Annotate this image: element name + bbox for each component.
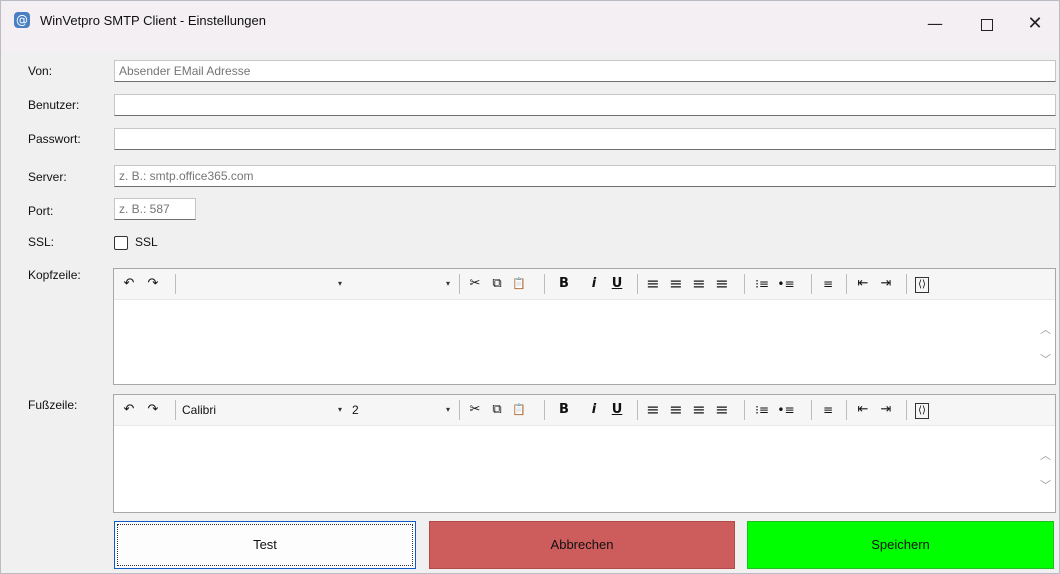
chevron-down-icon: ▾ <box>337 279 342 288</box>
ssl-label: SSL: <box>28 235 55 249</box>
align-left-icon[interactable]: ≡ <box>644 275 662 293</box>
copy-icon[interactable]: ⧉ <box>488 275 506 293</box>
server-label: Server: <box>28 170 67 184</box>
bold-icon[interactable]: B <box>556 401 572 419</box>
bold-icon[interactable]: B <box>556 275 572 293</box>
toolbar-separator <box>906 400 907 420</box>
save-button[interactable]: Speichern <box>747 521 1054 569</box>
source-code-icon[interactable]: ⟨⟩ <box>915 403 929 419</box>
toolbar-separator <box>811 274 812 294</box>
maximize-icon <box>981 18 993 31</box>
von-input[interactable] <box>114 60 1056 82</box>
italic-icon[interactable]: i <box>586 401 602 419</box>
undo-icon[interactable]: ↶ <box>120 275 138 293</box>
align-center-icon[interactable]: ≡ <box>667 401 685 419</box>
redo-icon[interactable]: ↷ <box>144 275 162 293</box>
server-input[interactable] <box>114 165 1056 187</box>
justify-icon[interactable]: ≡ <box>713 401 731 419</box>
app-at-icon: @ <box>14 12 30 28</box>
font-family-select[interactable]: ▾ <box>182 274 342 294</box>
italic-icon[interactable]: i <box>586 275 602 293</box>
close-button[interactable]: ✕ <box>1012 1 1058 47</box>
maximize-button[interactable] <box>964 1 1010 47</box>
kopfzeile-toolbar: ↶ ↷ ▾ ▾ ✂ ⧉ 📋 B i U ≡ ≡ ≡ ≡ ⁝≡ •≡ ≡ ⇤ ⇥ <box>114 269 1055 300</box>
kopfzeile-label: Kopfzeile: <box>28 268 81 282</box>
scroll-up-icon[interactable]: ︿ <box>1040 321 1051 337</box>
toolbar-separator <box>906 274 907 294</box>
ssl-checkbox-label[interactable]: SSL <box>135 235 158 249</box>
toolbar-separator <box>811 400 812 420</box>
bullet-list-icon[interactable]: •≡ <box>776 401 796 419</box>
chevron-down-icon: ▾ <box>445 279 450 288</box>
fusszeile-scrollbar[interactable]: ︿ ﹀ <box>1037 425 1055 509</box>
align-left-icon[interactable]: ≡ <box>644 401 662 419</box>
ssl-checkbox[interactable] <box>114 236 128 250</box>
passwort-label: Passwort: <box>28 132 81 146</box>
toolbar-separator <box>459 400 460 420</box>
align-right-icon[interactable]: ≡ <box>690 275 708 293</box>
align-right-icon[interactable]: ≡ <box>690 401 708 419</box>
cut-icon[interactable]: ✂ <box>466 275 484 293</box>
port-label: Port: <box>28 204 54 218</box>
chevron-down-icon: ▾ <box>445 405 450 414</box>
benutzer-input[interactable] <box>114 94 1056 116</box>
toolbar-separator <box>175 274 176 294</box>
toolbar-separator <box>744 400 745 420</box>
underline-icon[interactable]: U <box>609 275 625 293</box>
scroll-down-icon[interactable]: ﹀ <box>1040 477 1051 493</box>
numbered-list-icon[interactable]: ⁝≡ <box>752 401 772 419</box>
toolbar-separator <box>846 400 847 420</box>
benutzer-label: Benutzer: <box>28 98 80 112</box>
toolbar-separator <box>544 274 545 294</box>
justify-icon[interactable]: ≡ <box>713 275 731 293</box>
redo-icon[interactable]: ↷ <box>144 401 162 419</box>
paste-icon[interactable]: 📋 <box>510 401 528 419</box>
font-size-select[interactable]: 2 ▾ <box>352 400 450 420</box>
outdent-icon[interactable]: ⇤ <box>854 275 872 293</box>
scroll-down-icon[interactable]: ﹀ <box>1040 351 1051 367</box>
cancel-button[interactable]: Abbrechen <box>429 521 735 569</box>
toolbar-separator <box>744 274 745 294</box>
fusszeile-editor: ↶ ↷ Calibri ▾ 2 ▾ ✂ ⧉ 📋 B i U ≡ ≡ ≡ ≡ ⁝≡ •… <box>113 394 1056 513</box>
scroll-up-icon[interactable]: ︿ <box>1040 447 1051 463</box>
paragraph-icon[interactable]: ≡ <box>819 275 837 293</box>
underline-icon[interactable]: U <box>609 401 625 419</box>
font-family-select[interactable]: Calibri ▾ <box>182 400 342 420</box>
source-code-icon[interactable]: ⟨⟩ <box>915 277 929 293</box>
minimize-button[interactable]: — <box>912 1 958 47</box>
fusszeile-label: Fußzeile: <box>28 398 78 412</box>
port-input[interactable] <box>114 198 196 220</box>
kopfzeile-editor: ↶ ↷ ▾ ▾ ✂ ⧉ 📋 B i U ≡ ≡ ≡ ≡ ⁝≡ •≡ ≡ ⇤ ⇥ <box>113 268 1056 385</box>
passwort-input[interactable] <box>114 128 1056 150</box>
toolbar-separator <box>459 274 460 294</box>
title-bar: @ WinVetpro SMTP Client - Einstellungen … <box>1 1 1059 53</box>
bullet-list-icon[interactable]: •≡ <box>776 275 796 293</box>
indent-icon[interactable]: ⇥ <box>877 401 895 419</box>
outdent-icon[interactable]: ⇤ <box>854 401 872 419</box>
font-family-value: Calibri <box>182 403 217 417</box>
window-title: WinVetpro SMTP Client - Einstellungen <box>40 13 266 28</box>
font-size-select[interactable]: ▾ <box>352 274 450 294</box>
toolbar-separator <box>544 400 545 420</box>
toolbar-separator <box>637 274 638 294</box>
toolbar-separator <box>637 400 638 420</box>
kopfzeile-scrollbar[interactable]: ︿ ﹀ <box>1037 299 1055 383</box>
toolbar-separator <box>175 400 176 420</box>
focus-rectangle <box>117 524 413 566</box>
paste-icon[interactable]: 📋 <box>510 275 528 293</box>
cut-icon[interactable]: ✂ <box>466 401 484 419</box>
indent-icon[interactable]: ⇥ <box>877 275 895 293</box>
copy-icon[interactable]: ⧉ <box>488 401 506 419</box>
paragraph-icon[interactable]: ≡ <box>819 401 837 419</box>
chevron-down-icon: ▾ <box>337 405 342 414</box>
toolbar-separator <box>846 274 847 294</box>
numbered-list-icon[interactable]: ⁝≡ <box>752 275 772 293</box>
von-label: Von: <box>28 64 53 78</box>
settings-window: @ WinVetpro SMTP Client - Einstellungen … <box>0 0 1060 574</box>
fusszeile-toolbar: ↶ ↷ Calibri ▾ 2 ▾ ✂ ⧉ 📋 B i U ≡ ≡ ≡ ≡ ⁝≡ •… <box>114 395 1055 426</box>
test-button[interactable]: Test <box>114 521 416 569</box>
undo-icon[interactable]: ↶ <box>120 401 138 419</box>
font-size-value: 2 <box>352 403 359 417</box>
align-center-icon[interactable]: ≡ <box>667 275 685 293</box>
